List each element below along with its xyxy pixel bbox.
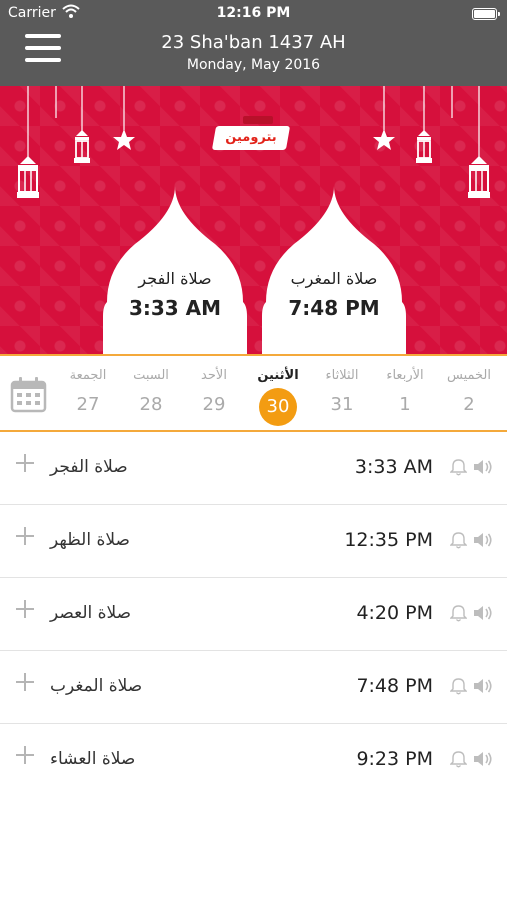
brand-logo: بترومين bbox=[211, 126, 291, 150]
hijri-date: 23 Sha'ban 1437 AH bbox=[161, 32, 346, 53]
day-name: السبت bbox=[133, 368, 169, 383]
plus-icon[interactable] bbox=[16, 527, 34, 545]
day-monday-selected[interactable]: الأثنين 30 bbox=[247, 356, 309, 430]
prayer-row-asr: صلاة العصر 4:20 PM bbox=[0, 578, 507, 651]
day-name: الخميس bbox=[447, 368, 491, 383]
prayer-row-fajr: صلاة الفجر 3:33 AM bbox=[0, 432, 507, 505]
prayer-name: صلاة الظهر bbox=[50, 530, 130, 550]
bell-icon[interactable] bbox=[450, 677, 467, 695]
lantern-icon bbox=[468, 156, 490, 198]
prayer-row-dhuhr: صلاة الظهر 12:35 PM bbox=[0, 505, 507, 578]
status-bar: Carrier 12:16 PM bbox=[0, 0, 507, 28]
day-sunday[interactable]: الأحد 29 bbox=[183, 356, 245, 430]
dome-prayer-name: صلاة المغرب bbox=[290, 269, 378, 288]
plus-icon[interactable] bbox=[16, 600, 34, 618]
battery-icon bbox=[472, 8, 500, 20]
day-number: 31 bbox=[330, 394, 354, 415]
day-name: الأربعاء bbox=[386, 368, 424, 383]
plus-icon[interactable] bbox=[16, 673, 34, 691]
brand-logo-text: بترومين bbox=[225, 130, 277, 145]
status-time: 12:16 PM bbox=[216, 5, 291, 21]
dome-fajr: صلاة الفجر 3:33 AM bbox=[103, 186, 247, 354]
dome-maghrib: صلاة المغرب 7:48 PM bbox=[262, 186, 406, 354]
lantern-icon bbox=[74, 130, 90, 163]
prayer-name: صلاة العصر bbox=[50, 603, 132, 623]
prayer-time: 7:48 PM bbox=[356, 675, 433, 697]
moon-icon bbox=[47, 118, 58, 140]
speaker-icon[interactable] bbox=[473, 605, 493, 621]
prayer-time: 12:35 PM bbox=[344, 529, 433, 551]
day-wednesday[interactable]: الأربعاء 1 bbox=[374, 356, 436, 430]
dome-prayer-time: 3:33 AM bbox=[128, 296, 222, 320]
bell-icon[interactable] bbox=[450, 750, 467, 768]
prayer-row-isha: صلاة العشاء 9:23 PM bbox=[0, 724, 507, 797]
logo-accent bbox=[243, 116, 273, 124]
prayer-name: صلاة المغرب bbox=[50, 676, 143, 696]
prayer-time: 9:23 PM bbox=[356, 748, 433, 770]
plus-icon[interactable] bbox=[16, 746, 34, 764]
lantern-icon bbox=[416, 130, 432, 163]
prayer-time: 4:20 PM bbox=[356, 602, 433, 624]
calendar-icon[interactable] bbox=[10, 376, 47, 413]
prayer-row-maghrib: صلاة المغرب 7:48 PM bbox=[0, 651, 507, 724]
bell-icon[interactable] bbox=[450, 458, 467, 476]
day-friday[interactable]: الجمعة 27 bbox=[57, 356, 119, 430]
speaker-icon[interactable] bbox=[473, 678, 493, 694]
day-name: الأثنين bbox=[257, 368, 299, 383]
week-strip: الجمعة 27 السبت 28 الأحد 29 الأثنين 30 ا… bbox=[0, 354, 507, 432]
day-number: 28 bbox=[139, 394, 163, 415]
ramadan-banner: بترومين صلاة الفجر 3:33 AM صلاة المغرب 7… bbox=[0, 86, 507, 354]
gregorian-date: Monday, May 2016 bbox=[186, 57, 321, 73]
prayer-time: 3:33 AM bbox=[354, 456, 433, 478]
prayer-name: صلاة العشاء bbox=[50, 749, 136, 769]
app-header: 23 Sha'ban 1437 AH Monday, May 2016 bbox=[0, 28, 507, 86]
prayer-list: صلاة الفجر 3:33 AM صلاة الظهر 12:35 PM ص… bbox=[0, 432, 507, 797]
day-name: الثلاثاء bbox=[325, 368, 359, 383]
day-number: 1 bbox=[399, 394, 411, 415]
day-tuesday[interactable]: الثلاثاء 31 bbox=[311, 356, 373, 430]
plus-icon[interactable] bbox=[16, 454, 34, 472]
dome-prayer-name: صلاة الفجر bbox=[138, 269, 212, 288]
speaker-icon[interactable] bbox=[473, 459, 493, 475]
bell-icon[interactable] bbox=[450, 531, 467, 549]
day-thursday[interactable]: الخميس 2 bbox=[438, 356, 500, 430]
star-icon bbox=[113, 129, 135, 150]
speaker-icon[interactable] bbox=[473, 532, 493, 548]
prayer-name: صلاة الفجر bbox=[50, 457, 128, 477]
day-number: 30 bbox=[266, 396, 290, 417]
day-number: 27 bbox=[76, 394, 100, 415]
star-icon bbox=[373, 129, 395, 150]
day-saturday[interactable]: السبت 28 bbox=[120, 356, 182, 430]
bell-icon[interactable] bbox=[450, 604, 467, 622]
dome-prayer-time: 7:48 PM bbox=[288, 296, 380, 320]
moon-icon bbox=[448, 118, 459, 140]
lantern-icon bbox=[17, 156, 39, 198]
speaker-icon[interactable] bbox=[473, 751, 493, 767]
day-name: الجمعة bbox=[69, 368, 107, 383]
day-number: 2 bbox=[463, 394, 475, 415]
day-number: 29 bbox=[202, 394, 226, 415]
day-name: الأحد bbox=[201, 368, 227, 383]
